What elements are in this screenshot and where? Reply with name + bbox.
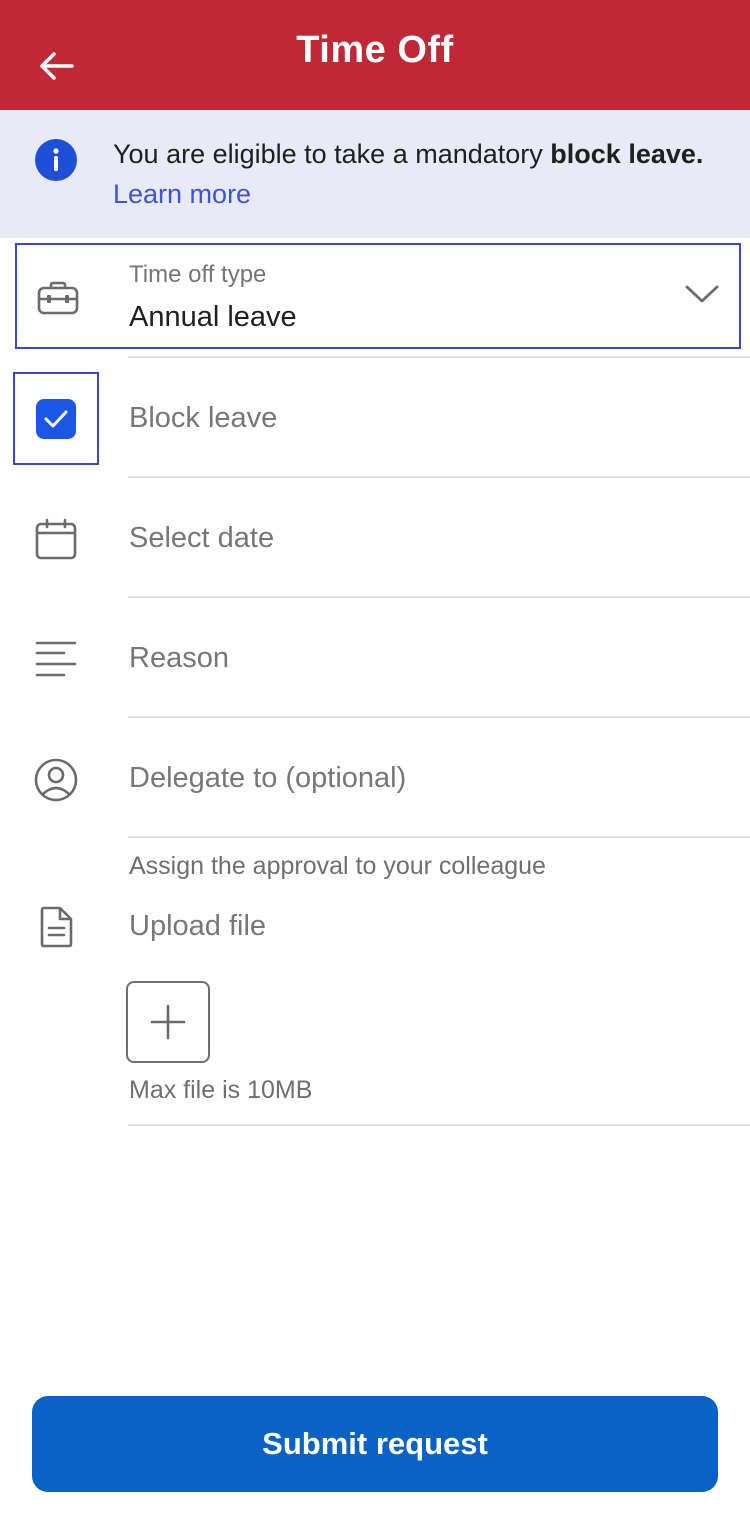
divider: [128, 356, 750, 358]
banner-message: You are eligible to take a mandatory blo…: [113, 134, 723, 214]
time-off-type-select[interactable]: Time off type Annual leave: [15, 243, 741, 349]
plus-icon: [150, 1004, 186, 1040]
time-off-type-label: Time off type: [129, 261, 267, 288]
page-title: Time Off: [296, 28, 454, 71]
checkbox-checked: [36, 399, 76, 439]
reason-field[interactable]: Reason: [129, 642, 229, 675]
delegate-field[interactable]: Delegate to (optional): [129, 762, 406, 795]
banner-text: You are eligible to take a mandatory: [113, 139, 551, 169]
upload-file-label: Upload file: [129, 910, 267, 942]
chevron-down-icon: [685, 285, 719, 303]
learn-more-link[interactable]: Learn more: [113, 179, 251, 209]
block-leave-label[interactable]: Block leave: [129, 402, 277, 435]
text-lines-icon: [35, 641, 77, 677]
back-button[interactable]: [28, 38, 84, 94]
briefcase-icon: [37, 281, 79, 315]
block-leave-checkbox[interactable]: [13, 372, 99, 465]
divider: [128, 1124, 750, 1126]
add-file-button[interactable]: [126, 981, 210, 1063]
document-icon: [40, 906, 73, 948]
time-off-type-value: Annual leave: [129, 301, 297, 333]
info-icon: [35, 139, 77, 181]
banner-bold-text: block leave.: [550, 139, 704, 169]
arrow-left-icon: [40, 52, 74, 80]
app-header: Time Off: [0, 0, 750, 110]
time-off-screen: Time Off You are eligible to take a mand…: [0, 0, 750, 1531]
user-circle-icon: [34, 758, 78, 802]
max-file-note: Max file is 10MB: [129, 1076, 313, 1104]
delegate-hint: Assign the approval to your colleague: [129, 852, 546, 880]
submit-request-button[interactable]: Submit request: [32, 1396, 718, 1492]
select-date-field[interactable]: Select date: [129, 522, 274, 555]
divider: [128, 476, 750, 478]
calendar-icon: [35, 518, 77, 560]
divider: [128, 836, 750, 838]
check-icon: [44, 410, 68, 428]
divider: [128, 716, 750, 718]
divider: [128, 596, 750, 598]
